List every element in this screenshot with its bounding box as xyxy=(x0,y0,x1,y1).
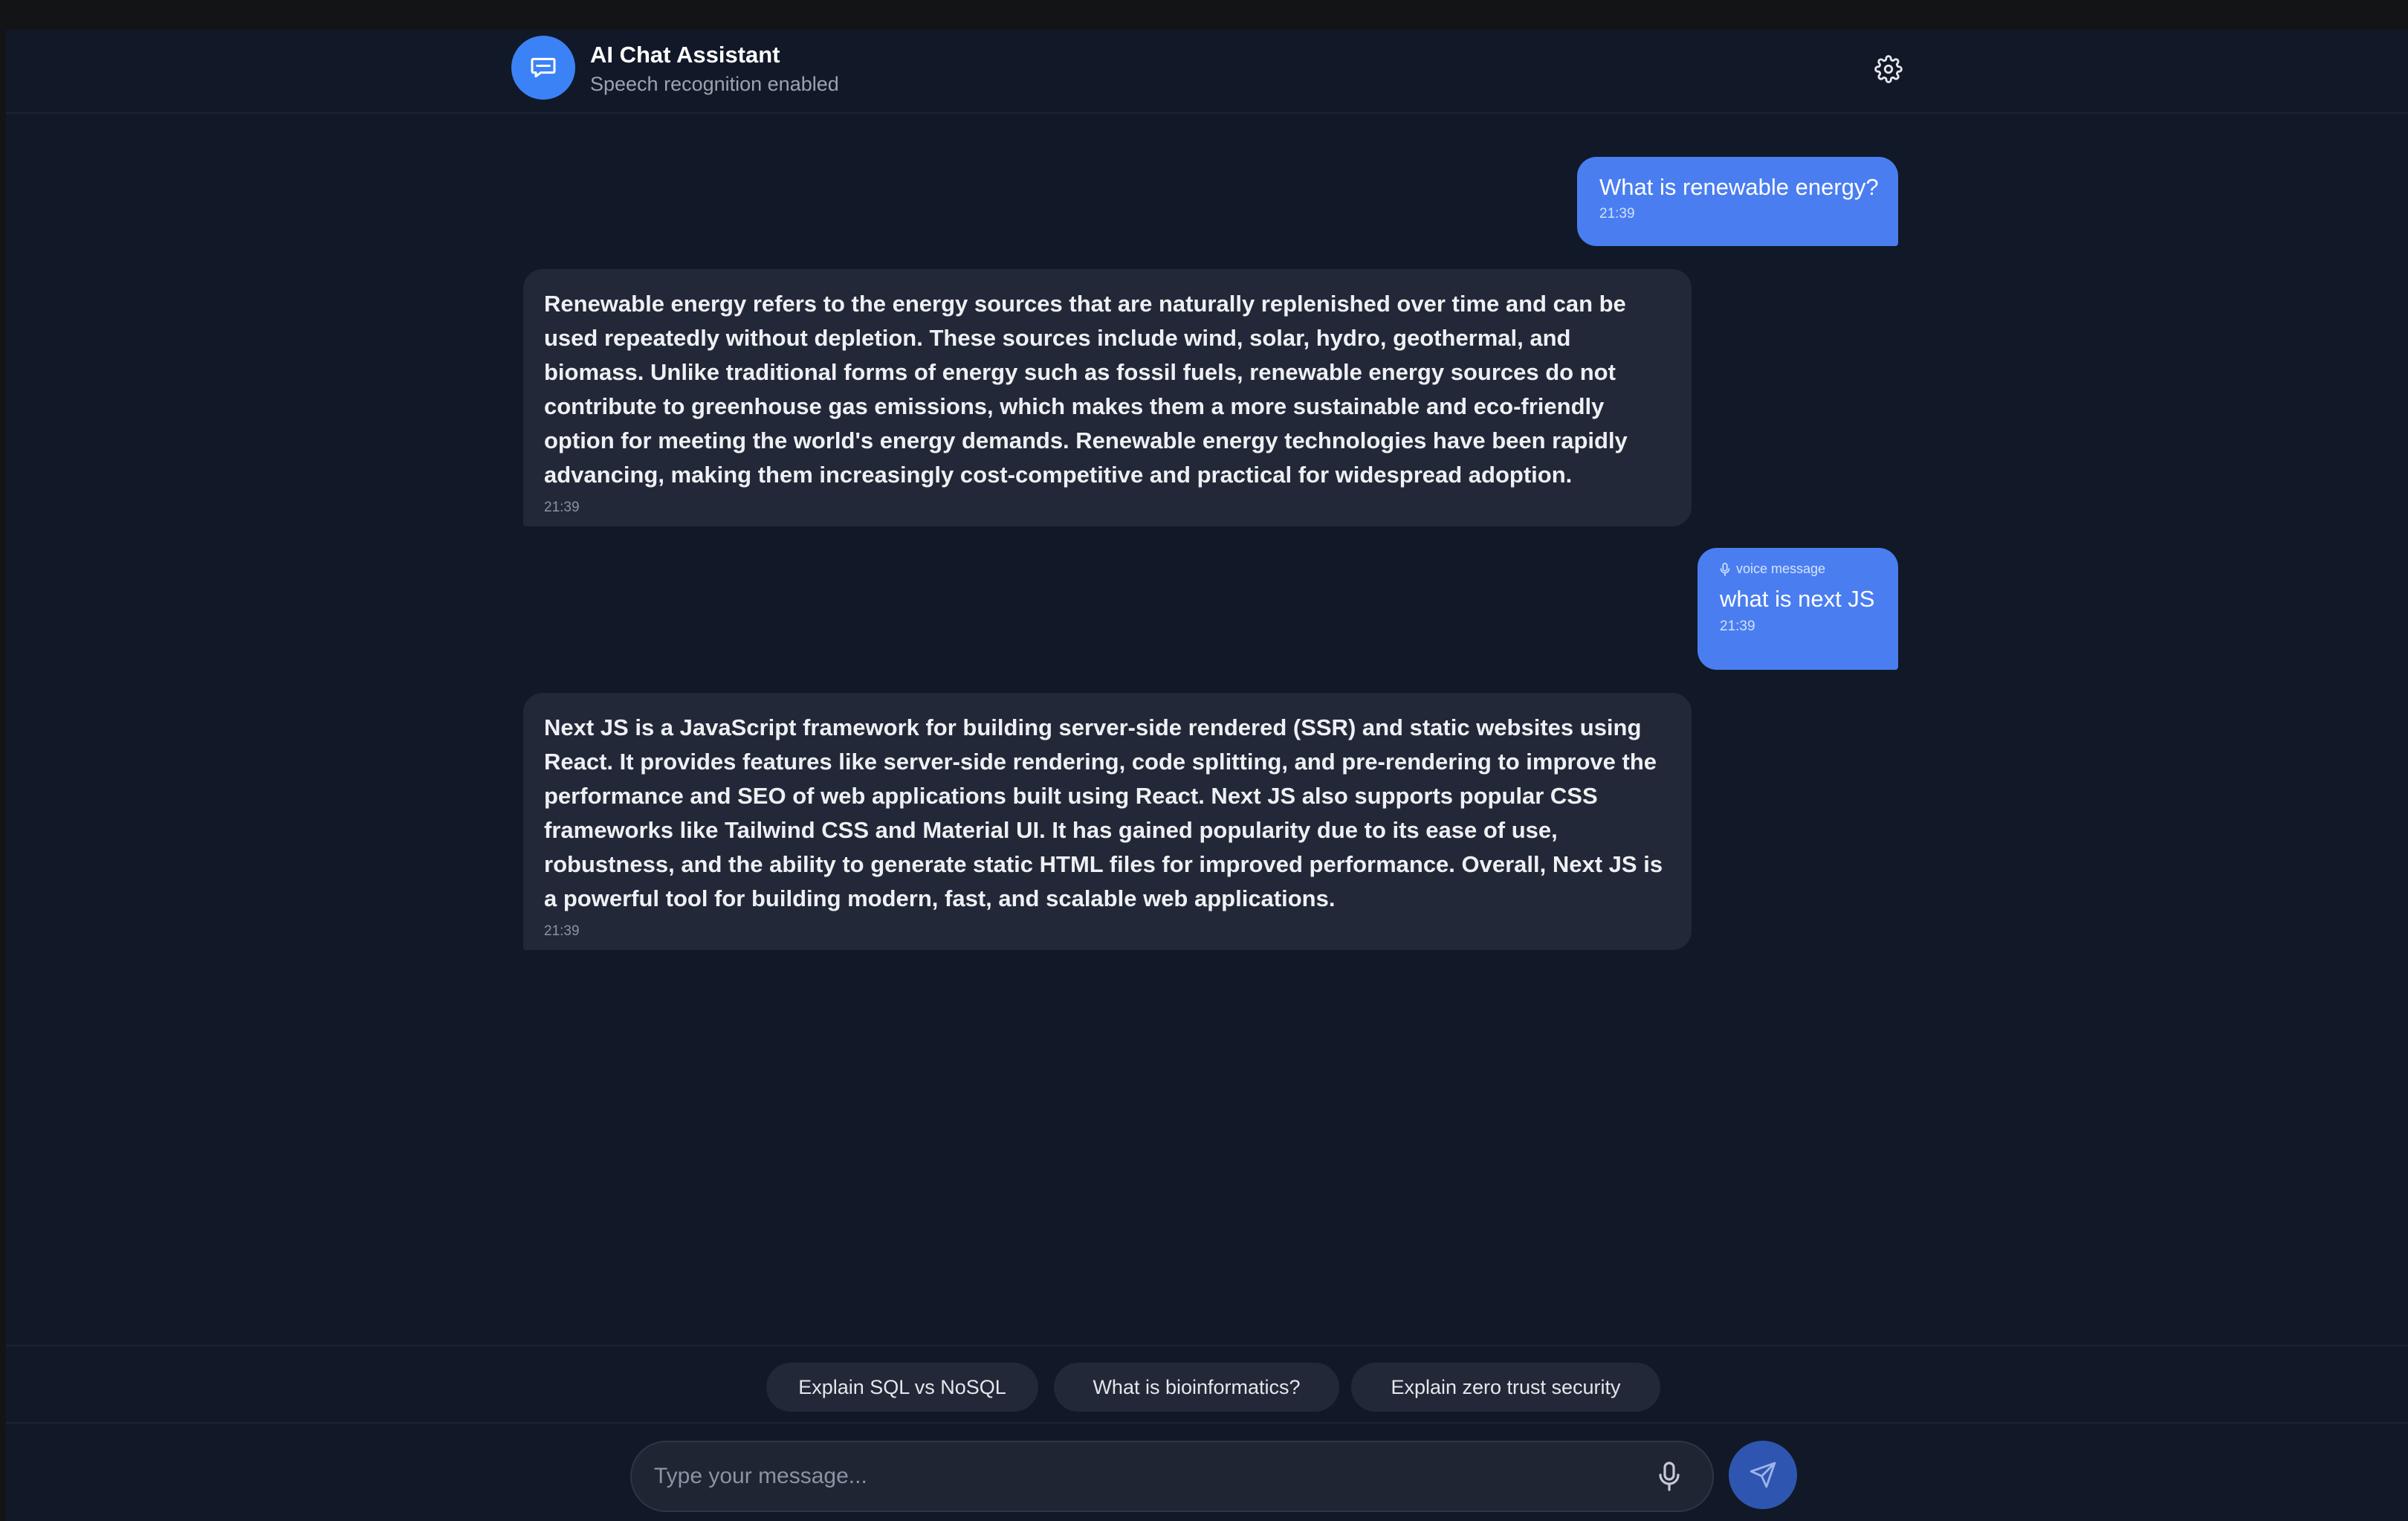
status-subtitle: Speech recognition enabled xyxy=(590,73,839,95)
message-text: What is renewable energy? xyxy=(1599,174,1879,200)
suggestion-chip[interactable]: Explain SQL vs NoSQL xyxy=(766,1363,1038,1412)
message-input[interactable] xyxy=(654,1442,1620,1511)
message-time: 21:39 xyxy=(544,923,580,939)
chat-header: AI Chat Assistant Speech recognition ena… xyxy=(6,30,2408,114)
suggestion-chip[interactable]: What is bioinformatics? xyxy=(1054,1363,1339,1412)
microphone-icon xyxy=(1720,562,1730,576)
voice-message-label: voice message xyxy=(1736,561,1826,576)
assistant-message: Next JS is a JavaScript framework for bu… xyxy=(523,693,1692,950)
message-input-container xyxy=(630,1441,1714,1512)
message-time: 21:39 xyxy=(544,500,580,515)
message-text: what is next JS xyxy=(1720,586,1875,612)
gear-icon xyxy=(1874,55,1903,83)
user-message: What is renewable energy? 21:39 xyxy=(1577,157,1898,246)
send-icon xyxy=(1750,1462,1776,1488)
chat-bubble-icon xyxy=(531,57,556,78)
settings-button[interactable] xyxy=(1871,52,1906,86)
suggestion-chip[interactable]: Explain zero trust security xyxy=(1351,1363,1660,1412)
message-text: Renewable energy refers to the energy so… xyxy=(544,291,1628,488)
message-time: 21:39 xyxy=(1599,206,1635,222)
voice-message-tag: voice message xyxy=(1720,561,1876,577)
voice-input-button[interactable] xyxy=(1651,1459,1687,1494)
user-voice-message: voice message what is next JS 21:39 xyxy=(1697,548,1898,670)
suggestions-bar: Explain SQL vs NoSQL What is bioinformat… xyxy=(6,1345,2408,1424)
assistant-message: Renewable energy refers to the energy so… xyxy=(523,269,1692,526)
assistant-avatar xyxy=(511,36,575,100)
chat-app: AI Chat Assistant Speech recognition ena… xyxy=(6,30,2408,1521)
message-text: Next JS is a JavaScript framework for bu… xyxy=(544,714,1663,911)
microphone-icon xyxy=(1659,1462,1680,1491)
send-button[interactable] xyxy=(1729,1441,1797,1509)
message-time: 21:39 xyxy=(1720,619,1755,634)
app-title: AI Chat Assistant xyxy=(590,42,780,68)
